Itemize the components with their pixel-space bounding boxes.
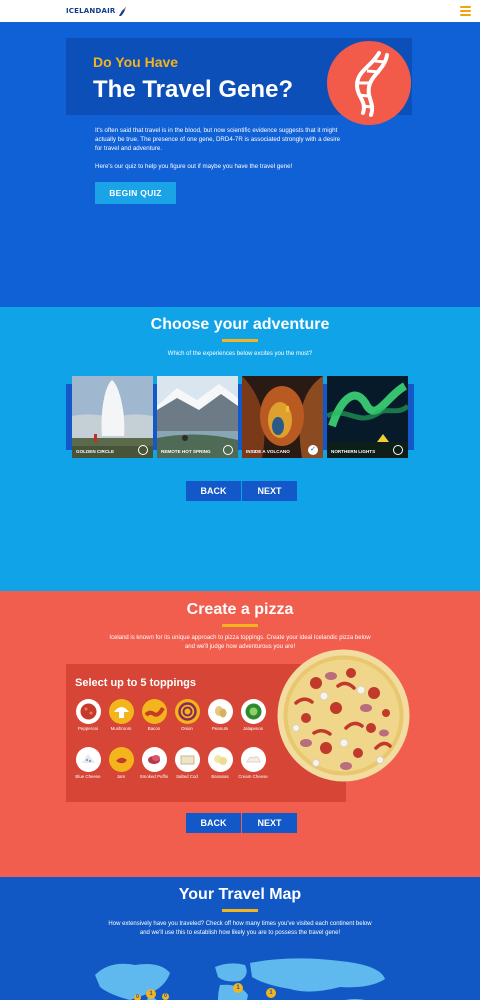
- dna-icon: [327, 41, 411, 125]
- topping-onion[interactable]: Onion: [170, 699, 204, 732]
- adventure-option-northern-lights[interactable]: NORTHERN LIGHTS: [327, 376, 408, 458]
- pizza-preview: [276, 648, 411, 783]
- adventure-title: Choose your adventure: [150, 316, 330, 333]
- mushroom-icon: [108, 699, 134, 724]
- topping-bananas[interactable]: Bananas: [203, 747, 237, 780]
- adventure-back-button[interactable]: BACK: [186, 481, 241, 501]
- blue-cheese-icon: [75, 747, 101, 772]
- world-map: [95, 958, 385, 1000]
- map-marker[interactable]: 0: [162, 993, 169, 1000]
- map-marker-count: 1: [149, 991, 153, 997]
- pizza-title: Create a pizza: [186, 601, 294, 618]
- option-label: INSIDE A VOLCANO: [246, 449, 290, 454]
- topping-label: Salted Cod: [176, 774, 198, 779]
- pizza-next-button[interactable]: NEXT: [242, 813, 297, 833]
- intro-paragraph-2: Here's our quiz to help you figure out i…: [95, 163, 293, 170]
- topping-bacon[interactable]: Bacon: [137, 699, 171, 732]
- map-marker-count: 0: [164, 993, 167, 999]
- topping-label: Bananas: [211, 774, 229, 779]
- topping-mushroom[interactable]: Mushroom: [104, 699, 138, 732]
- adventure-option-inside-a-volcano[interactable]: INSIDE A VOLCANO ✓: [242, 376, 323, 458]
- bacon-icon: [141, 699, 167, 724]
- icelandair-logo[interactable]: ICELANDAIR: [66, 5, 127, 17]
- topping-label: Mushroom: [110, 726, 132, 731]
- jam-icon: [108, 747, 134, 772]
- map-marker-count: 1: [269, 990, 273, 996]
- pepperoni-icon: [75, 699, 101, 724]
- topping-label: Blue Cheese: [75, 774, 101, 779]
- topping-label: Jalapenos: [242, 726, 264, 731]
- map-marker[interactable]: 0: [134, 994, 141, 1000]
- topping-blue-cheese[interactable]: Blue Cheese: [71, 747, 105, 780]
- topping-salted-cod[interactable]: Salted Cod: [170, 747, 204, 780]
- map-marker[interactable]: 1: [266, 988, 276, 998]
- salted-cod-icon: [174, 747, 200, 772]
- map-marker-count: 0: [136, 994, 139, 1000]
- hero-section: Do You Have The Travel Gene? It's often …: [0, 22, 480, 307]
- title-underline: [222, 909, 258, 912]
- adventure-option-remote-hot-spring[interactable]: REMOTE HOT SPRING: [157, 376, 238, 458]
- option-checkbox[interactable]: [223, 445, 233, 455]
- intro-text: It's often said that travel is in the bl…: [95, 126, 345, 180]
- map-marker-count: 1: [236, 985, 240, 991]
- topping-smoked-puffin[interactable]: Smoked Puffin: [137, 747, 171, 780]
- option-label: REMOTE HOT SPRING: [161, 449, 211, 454]
- map-marker[interactable]: 1: [146, 989, 156, 999]
- option-checkbox-selected[interactable]: ✓: [308, 445, 318, 455]
- begin-quiz-button[interactable]: BEGIN QUIZ: [95, 182, 176, 204]
- adventure-next-button[interactable]: NEXT: [242, 481, 297, 501]
- topping-label: Bacon: [147, 726, 161, 731]
- adventure-section: Choose your adventure Which of the exper…: [0, 307, 480, 591]
- cream-cheese-icon: [240, 747, 266, 772]
- title-underline: [222, 339, 258, 342]
- peanuts-icon: [207, 699, 233, 724]
- onion-icon: [174, 699, 200, 724]
- topping-label: Cream Cheese: [238, 774, 268, 779]
- topping-label: Jam: [116, 774, 126, 779]
- jalapeno-icon: [240, 699, 266, 724]
- travel-map-section: Your Travel Map How extensively have you…: [0, 877, 480, 1000]
- hamburger-menu-icon[interactable]: [460, 6, 471, 16]
- title-underline: [222, 624, 258, 627]
- topping-cream-cheese[interactable]: Cream Cheese: [236, 747, 270, 780]
- smoked-puffin-icon: [141, 747, 167, 772]
- pizza-back-button[interactable]: BACK: [186, 813, 241, 833]
- travel-map-subtitle: How extensively have you traveled? Check…: [108, 921, 372, 936]
- topping-pepperoni[interactable]: Pepperoni: [71, 699, 105, 732]
- topping-jam[interactable]: Jam: [104, 747, 138, 780]
- intro-paragraph-1: It's often said that travel is in the bl…: [95, 127, 341, 152]
- logo-text: ICELANDAIR: [66, 7, 116, 15]
- logo-mark-icon: [119, 6, 127, 16]
- topping-label: Pepperoni: [77, 726, 99, 731]
- option-checkbox[interactable]: [138, 445, 148, 455]
- topping-jalapenos[interactable]: Jalapenos: [236, 699, 270, 732]
- option-checkbox[interactable]: [393, 445, 403, 455]
- adventure-options: GOLDEN CIRCLE REMOTE HOT SPRING INSIDE A…: [66, 376, 414, 458]
- topping-label: Smoked Puffin: [139, 774, 169, 779]
- travel-map-title: Your Travel Map: [178, 886, 302, 903]
- hero-kicker: Do You Have: [93, 54, 179, 70]
- option-label: NORTHERN LIGHTS: [331, 449, 376, 454]
- option-label: GOLDEN CIRCLE: [76, 449, 115, 454]
- map-marker[interactable]: 1: [233, 983, 243, 993]
- bananas-icon: [207, 747, 233, 772]
- topping-label: Peanuts: [211, 726, 229, 731]
- adventure-option-golden-circle[interactable]: GOLDEN CIRCLE: [72, 376, 153, 458]
- topping-label: Onion: [181, 726, 193, 731]
- pizza-section: Create a pizza Iceland is known for its …: [0, 591, 480, 877]
- topping-peanuts[interactable]: Peanuts: [203, 699, 237, 732]
- adventure-subtitle: Which of the experiences below excites y…: [167, 351, 313, 357]
- toppings-panel-title: Select up to 5 toppings: [75, 677, 197, 689]
- hero-title: The Travel Gene?: [93, 76, 294, 103]
- top-bar: ICELANDAIR: [0, 0, 480, 22]
